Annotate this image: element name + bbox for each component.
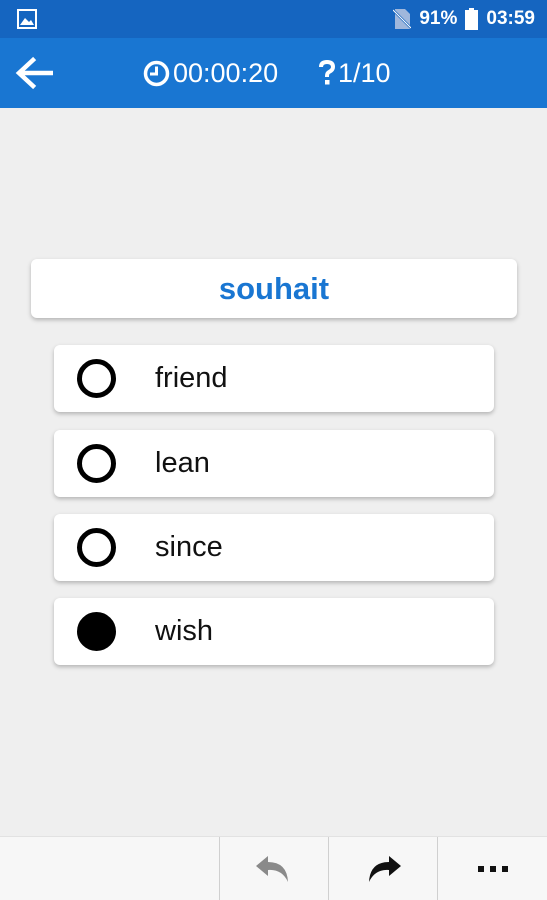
more-button[interactable]	[438, 837, 547, 900]
battery-icon	[465, 8, 479, 30]
undo-button[interactable]	[220, 837, 328, 900]
status-bar: 91% 03:59	[0, 0, 547, 38]
option-label: friend	[155, 362, 228, 394]
clock-icon	[143, 60, 170, 86]
radio-unselected-icon[interactable]	[77, 444, 116, 483]
option-label: wish	[155, 615, 214, 647]
radio-unselected-icon[interactable]	[77, 528, 116, 567]
radio-unselected-icon[interactable]	[77, 359, 116, 398]
redo-icon	[369, 856, 401, 882]
answer-option-since[interactable]: since	[54, 514, 494, 581]
bottom-toolbar	[0, 836, 547, 900]
more-icon	[477, 866, 508, 872]
undo-icon	[256, 856, 288, 882]
answer-option-wish[interactable]: wish	[54, 598, 494, 665]
app-bar: 00:00:20 1/10	[0, 38, 547, 108]
timer-value: 00:00:20	[173, 57, 279, 88]
question-word: souhait	[218, 270, 330, 306]
radio-selected-icon[interactable]	[77, 612, 116, 651]
progress-value: 1/10	[338, 57, 391, 88]
back-button[interactable]	[10, 50, 58, 96]
redo-button[interactable]	[329, 837, 437, 900]
question-progress: 1/10	[318, 38, 391, 108]
status-time: 03:59	[486, 8, 535, 29]
option-label: since	[155, 531, 223, 563]
battery-percent: 91%	[419, 8, 458, 29]
timer: 00:00:20	[143, 38, 278, 108]
answer-option-friend[interactable]: friend	[54, 345, 494, 412]
question-card: souhait	[31, 259, 517, 318]
image-icon	[17, 9, 37, 29]
no-sim-icon	[393, 9, 412, 29]
option-label: lean	[155, 447, 210, 479]
back-arrow-icon	[15, 56, 53, 90]
answer-option-lean[interactable]: lean	[54, 430, 494, 497]
question-mark-icon	[319, 60, 336, 85]
